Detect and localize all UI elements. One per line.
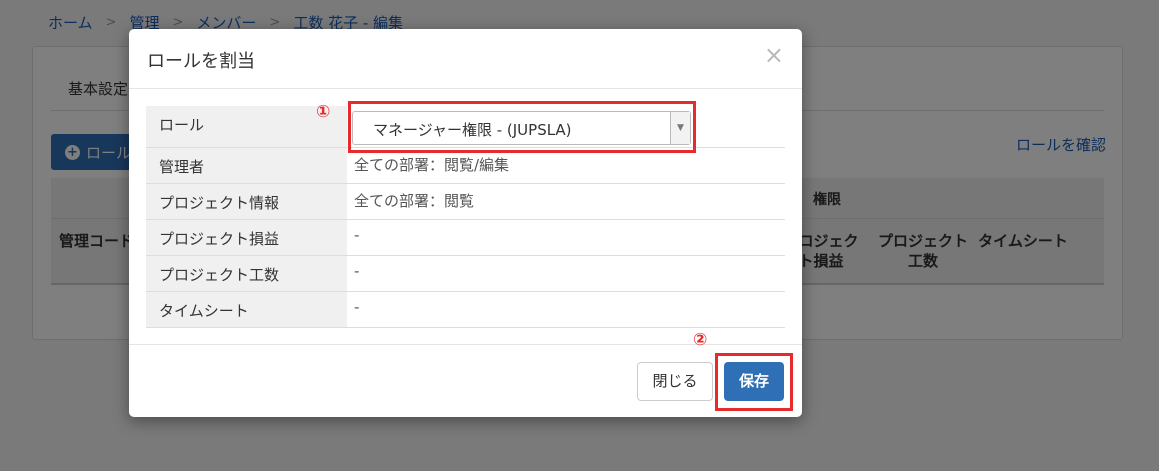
table-row: 管理者 全ての部署：閲覧/編集	[146, 148, 785, 184]
row-label-admin: 管理者	[146, 148, 347, 183]
row-value-project-profit: -	[354, 226, 360, 244]
row-label-timesheet: タイムシート	[146, 292, 347, 327]
row-value-project-hours: -	[354, 262, 360, 280]
close-icon[interactable]: ×	[764, 41, 784, 69]
row-label-project-info: プロジェクト情報	[146, 184, 347, 219]
table-row: プロジェクト損益 -	[146, 220, 785, 256]
row-value-admin: 全ての部署：閲覧/編集	[354, 156, 510, 174]
assign-role-modal: ロールを割当 × ロール マネージャー権限 - (JUPSLA) ▼ 管理者 全…	[129, 29, 802, 417]
modal-header-divider	[129, 88, 802, 89]
annotation-marker-1: ①	[316, 102, 331, 122]
row-value-project-info: 全ての部署：閲覧	[354, 192, 475, 210]
table-row: プロジェクト情報 全ての部署：閲覧	[146, 184, 785, 220]
row-label-project-hours: プロジェクト工数	[146, 256, 347, 291]
row-label-project-profit: プロジェクト損益	[146, 220, 347, 255]
close-button[interactable]: 閉じる	[637, 362, 713, 401]
modal-title: ロールを割当	[147, 51, 255, 72]
annotation-marker-2: ②	[693, 330, 708, 350]
annotation-highlight-role-select	[348, 101, 696, 153]
annotation-highlight-save	[715, 353, 793, 411]
table-row: タイムシート -	[146, 292, 785, 328]
row-value-timesheet: -	[354, 298, 360, 316]
table-row: プロジェクト工数 -	[146, 256, 785, 292]
